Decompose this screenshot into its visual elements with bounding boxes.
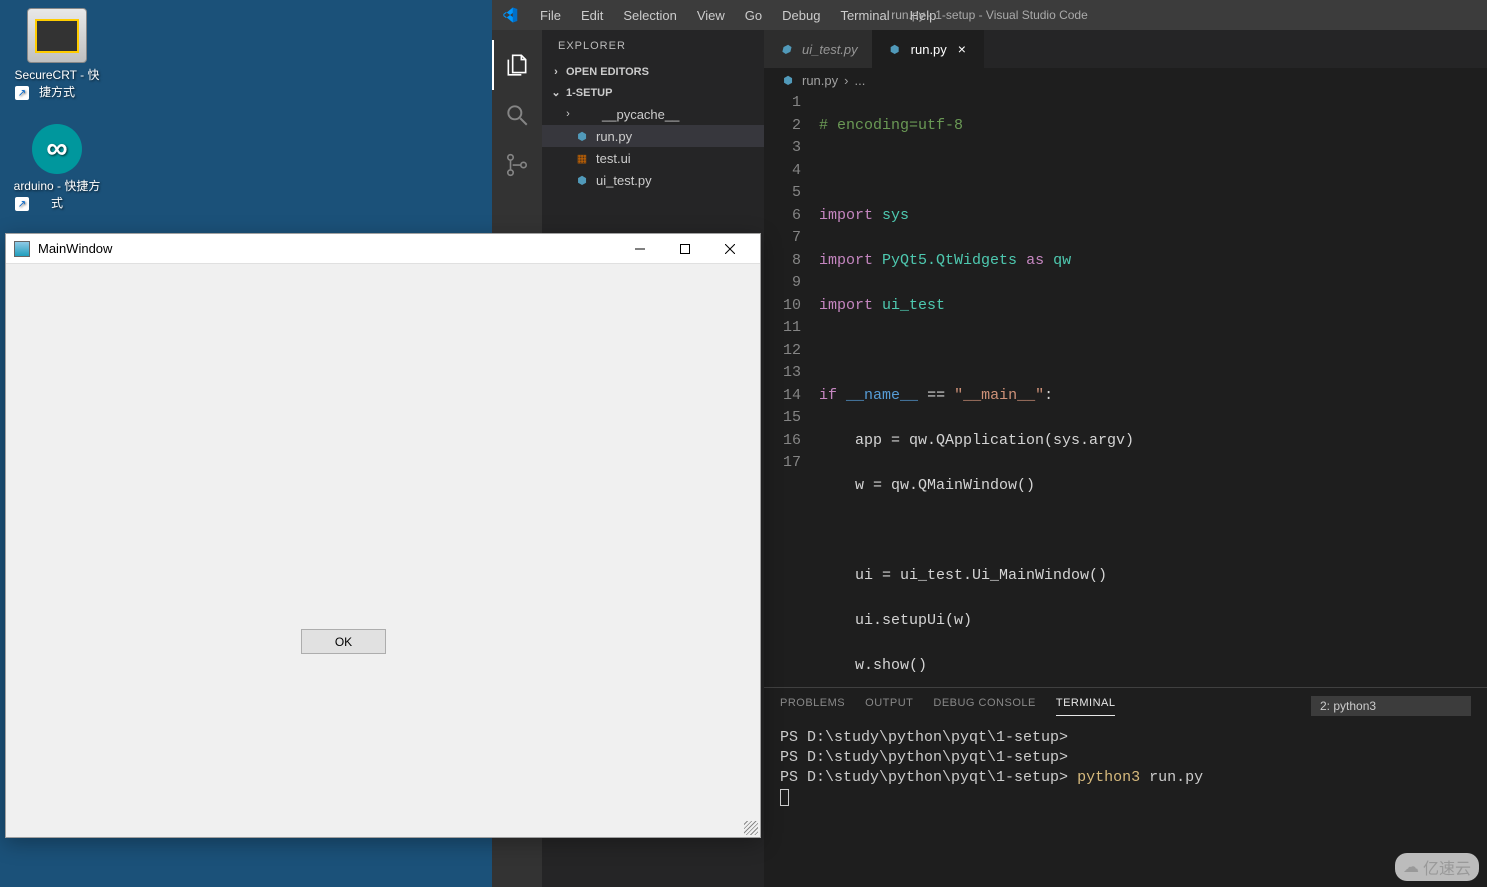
cloud-icon: ☁ bbox=[1403, 857, 1419, 877]
menu-help[interactable]: Help bbox=[900, 2, 947, 29]
file-label: ui_test.py bbox=[596, 173, 652, 188]
python-file-icon: ⬢ bbox=[887, 41, 903, 57]
chevron-right-icon: › bbox=[844, 73, 848, 88]
pyqt-titlebar[interactable]: MainWindow bbox=[6, 234, 760, 264]
resize-grip[interactable] bbox=[744, 821, 758, 835]
close-button[interactable] bbox=[707, 235, 752, 263]
close-icon bbox=[725, 244, 735, 254]
window-icon bbox=[14, 241, 30, 257]
breadcrumb-file: run.py bbox=[802, 73, 838, 88]
ui-file-icon: ▦ bbox=[574, 150, 590, 166]
chevron-right-icon: › bbox=[550, 66, 562, 78]
section-label: OPEN EDITORS bbox=[566, 66, 649, 78]
activity-scm[interactable] bbox=[492, 140, 542, 190]
search-icon bbox=[504, 102, 530, 128]
file-label: test.ui bbox=[596, 151, 631, 166]
tab-ui-test[interactable]: ⬢ ui_test.py bbox=[764, 30, 873, 68]
folder-header[interactable]: ⌄ 1-SETUP bbox=[542, 82, 764, 103]
maximize-icon bbox=[680, 244, 690, 254]
menu-bar: File Edit Selection View Go Debug Termin… bbox=[530, 2, 946, 29]
chevron-right-icon: › bbox=[562, 108, 574, 120]
tab-label: ui_test.py bbox=[802, 42, 858, 57]
folder-pycache[interactable]: › __pycache__ bbox=[542, 103, 764, 125]
file-ui-test-py[interactable]: ⬢ ui_test.py bbox=[542, 169, 764, 191]
panel-tab-terminal[interactable]: TERMINAL bbox=[1056, 697, 1116, 716]
open-editors-header[interactable]: › OPEN EDITORS bbox=[542, 62, 764, 82]
vscode-titlebar[interactable]: File Edit Selection View Go Debug Termin… bbox=[492, 0, 1487, 30]
activity-explorer[interactable] bbox=[492, 40, 542, 90]
pyqt-main-window: MainWindow OK bbox=[5, 233, 761, 838]
watermark: ☁ 亿速云 bbox=[1395, 853, 1479, 881]
desktop-icon-arduino[interactable]: ↗ arduino - 快捷方式 bbox=[12, 124, 102, 211]
files-icon bbox=[504, 52, 530, 78]
breadcrumb-more: ... bbox=[854, 73, 865, 88]
code-content[interactable]: # encoding=utf-8 import sys import PyQt5… bbox=[819, 92, 1487, 687]
editor-group: ⬢ ui_test.py ⬢ run.py × ⬢ run.py › ... 1… bbox=[764, 30, 1487, 887]
menu-edit[interactable]: Edit bbox=[571, 2, 613, 29]
terminal-selector[interactable]: 2: python3 bbox=[1311, 696, 1471, 716]
file-label: run.py bbox=[596, 129, 632, 144]
minimize-button[interactable] bbox=[617, 235, 662, 263]
pyqt-body: OK bbox=[6, 264, 760, 837]
panel-tab-debug-console[interactable]: DEBUG CONSOLE bbox=[933, 697, 1035, 715]
python-file-icon: ⬢ bbox=[778, 41, 794, 57]
python-file-icon: ⬢ bbox=[574, 128, 590, 144]
menu-view[interactable]: View bbox=[687, 2, 735, 29]
window-controls bbox=[617, 235, 752, 263]
ok-button[interactable]: OK bbox=[301, 629, 386, 654]
sidebar-title: EXPLORER bbox=[542, 30, 764, 62]
terminal-cursor bbox=[780, 789, 789, 806]
terminal-output[interactable]: PS D:\study\python\pyqt\1-setup> PS D:\s… bbox=[764, 716, 1487, 887]
shortcut-arrow-icon: ↗ bbox=[15, 197, 29, 211]
file-label: __pycache__ bbox=[602, 107, 679, 122]
menu-file[interactable]: File bbox=[530, 2, 571, 29]
close-icon[interactable]: × bbox=[955, 42, 969, 56]
tab-run[interactable]: ⬢ run.py × bbox=[873, 30, 984, 68]
file-test-ui[interactable]: ▦ test.ui bbox=[542, 147, 764, 169]
chevron-down-icon: ⌄ bbox=[550, 86, 562, 99]
menu-go[interactable]: Go bbox=[735, 2, 772, 29]
activity-search[interactable] bbox=[492, 90, 542, 140]
watermark-text: 亿速云 bbox=[1423, 855, 1471, 879]
editor-tabs: ⬢ ui_test.py ⬢ run.py × bbox=[764, 30, 1487, 68]
maximize-button[interactable] bbox=[662, 235, 707, 263]
tab-label: run.py bbox=[911, 42, 947, 57]
breadcrumb[interactable]: ⬢ run.py › ... bbox=[764, 68, 1487, 92]
menu-selection[interactable]: Selection bbox=[613, 2, 686, 29]
python-file-icon: ⬢ bbox=[780, 72, 796, 88]
panel-tab-output[interactable]: OUTPUT bbox=[865, 697, 913, 715]
bottom-panel: PROBLEMS OUTPUT DEBUG CONSOLE TERMINAL 2… bbox=[764, 687, 1487, 887]
file-run-py[interactable]: ⬢ run.py bbox=[542, 125, 764, 147]
source-control-icon bbox=[504, 152, 530, 178]
python-file-icon: ⬢ bbox=[574, 172, 590, 188]
section-label: 1-SETUP bbox=[566, 87, 612, 99]
shortcut-arrow-icon: ↗ bbox=[15, 86, 29, 100]
securecrt-icon: ↗ bbox=[27, 8, 87, 63]
minimize-icon bbox=[635, 244, 645, 254]
menu-terminal[interactable]: Terminal bbox=[830, 2, 899, 29]
desktop-icon-securecrt[interactable]: ↗ SecureCRT - 快捷方式 bbox=[12, 8, 102, 100]
vscode-logo-icon bbox=[500, 6, 518, 24]
pyqt-title: MainWindow bbox=[38, 241, 112, 256]
folder-icon bbox=[580, 106, 596, 122]
arduino-icon: ↗ bbox=[32, 124, 82, 174]
panel-tab-problems[interactable]: PROBLEMS bbox=[780, 697, 845, 715]
panel-tabs: PROBLEMS OUTPUT DEBUG CONSOLE TERMINAL 2… bbox=[764, 688, 1487, 716]
menu-debug[interactable]: Debug bbox=[772, 2, 830, 29]
line-numbers: 1234567891011121314151617 bbox=[764, 92, 819, 687]
code-editor[interactable]: 1234567891011121314151617 # encoding=utf… bbox=[764, 92, 1487, 687]
